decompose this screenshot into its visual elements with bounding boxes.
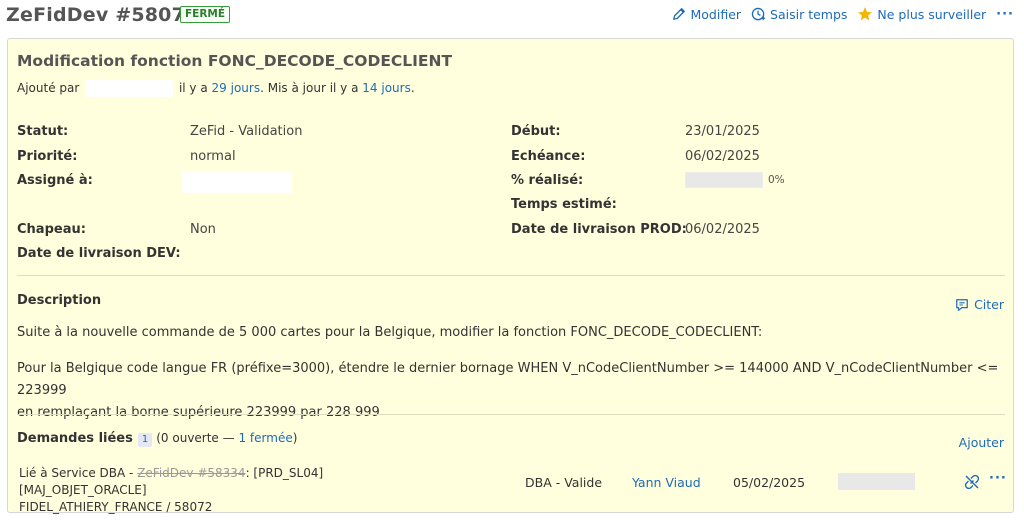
- done-ratio-bar: [685, 172, 763, 188]
- updated-ago-link[interactable]: 14 jours: [362, 81, 411, 95]
- status-badge: FERMÉ: [180, 6, 231, 23]
- relation-assignee-link[interactable]: Yann Viaud: [632, 475, 701, 490]
- unwatch-link[interactable]: Ne plus surveiller: [857, 6, 986, 22]
- relation-issue-link[interactable]: ZeFidDev #58334: [137, 466, 245, 480]
- closed-relations-link[interactable]: 1 fermée: [238, 431, 292, 445]
- done-ratio-label: % réalisé:: [511, 173, 584, 188]
- issue-title: ZeFidDev #58072: [6, 4, 199, 26]
- comment-icon: [956, 298, 968, 311]
- description-line: Pour la Belgique code langue FR (préfixe…: [17, 361, 999, 398]
- updated-prefix: . Mis à jour il y a: [260, 81, 359, 95]
- quote-link[interactable]: Citer: [955, 297, 1004, 312]
- relations-count-badge: 1: [137, 433, 153, 447]
- quote-label: Citer: [974, 297, 1004, 312]
- issue-author-line: Ajouté par il y a 29 jours. Mis à jour i…: [17, 80, 415, 97]
- relation-subject-line2: FIDEL_ATHIERY_FRANCE / 58072: [19, 500, 213, 514]
- relation-more-button[interactable]: ···: [989, 471, 1007, 486]
- relations-title: Demandes liées: [17, 431, 133, 446]
- updated-suffix: .: [410, 81, 415, 95]
- relation-date: 05/02/2025: [733, 475, 806, 490]
- done-ratio-value: 0%: [768, 174, 785, 186]
- dev-delivery-label: Date de livraison DEV:: [17, 246, 181, 261]
- unwatch-label: Ne plus surveiller: [877, 6, 987, 22]
- author-mid: il y a: [178, 81, 208, 95]
- relation-status: DBA - Valide: [525, 475, 603, 490]
- unlink-icon[interactable]: [964, 474, 980, 493]
- log-time-label: Saisir temps: [770, 6, 848, 22]
- chapeau-value: Non: [190, 222, 216, 237]
- assignee-label: Assigné à:: [17, 173, 93, 188]
- relation-prefix: Lié à Service DBA -: [19, 466, 134, 480]
- status-value: ZeFid - Validation: [190, 124, 303, 139]
- prod-delivery-value: 06/02/2025: [685, 222, 760, 237]
- contextual-actions: Modifier Saisir temps Ne plus surveiller…: [662, 6, 1014, 22]
- pencil-icon: [673, 8, 686, 20]
- divider: [17, 414, 1005, 415]
- prod-delivery-label: Date de livraison PROD:: [511, 222, 687, 237]
- relations-meta-suffix: ): [292, 431, 298, 445]
- status-label: Statut:: [17, 124, 69, 139]
- due-date-label: Echéance:: [511, 149, 586, 164]
- edit-label: Modifier: [690, 6, 742, 22]
- divider: [17, 275, 1005, 276]
- created-ago-link[interactable]: 29 jours: [212, 81, 261, 95]
- author-name-redacted[interactable]: [85, 80, 174, 97]
- description-title: Description: [17, 293, 102, 308]
- priority-label: Priorité:: [17, 149, 78, 164]
- relations-header: Demandes liées 1 (0 ouverte — 1 fermée): [17, 431, 297, 447]
- author-prefix: Ajouté par: [17, 81, 80, 95]
- star-icon: [858, 7, 873, 21]
- clock-icon: [751, 7, 766, 20]
- issue-subject: Modification fonction FONC_DECODE_CODECL…: [17, 52, 453, 70]
- start-date-value: 23/01/2025: [685, 124, 760, 139]
- estimated-time-label: Temps estimé:: [511, 197, 617, 212]
- chapeau-label: Chapeau:: [17, 222, 86, 237]
- start-date-label: Début:: [511, 124, 561, 139]
- edit-link[interactable]: Modifier: [672, 7, 741, 22]
- assignee-value-redacted[interactable]: [182, 171, 292, 193]
- due-date-value: 06/02/2025: [685, 149, 760, 164]
- more-actions-button[interactable]: ···: [996, 7, 1014, 22]
- relations-open-count: (0 ouverte —: [156, 431, 235, 445]
- description-line: en remplaçant la borne supérieure 223999…: [17, 405, 380, 420]
- description-paragraph: Suite à la nouvelle commande de 5 000 ca…: [17, 325, 763, 340]
- relations-meta: (0 ouverte — 1 fermée): [156, 431, 297, 445]
- relation-description: Lié à Service DBA - ZeFidDev #58334: [PR…: [19, 465, 449, 516]
- relation-progress-bar: [838, 473, 915, 490]
- log-time-link[interactable]: Saisir temps: [751, 7, 847, 22]
- relation-row: Lié à Service DBA - ZeFidDev #58334: [PR…: [19, 463, 1007, 514]
- add-relation-link[interactable]: Ajouter: [959, 435, 1004, 450]
- issue-card: Modification fonction FONC_DECODE_CODECL…: [7, 38, 1014, 514]
- priority-value: normal: [190, 149, 236, 164]
